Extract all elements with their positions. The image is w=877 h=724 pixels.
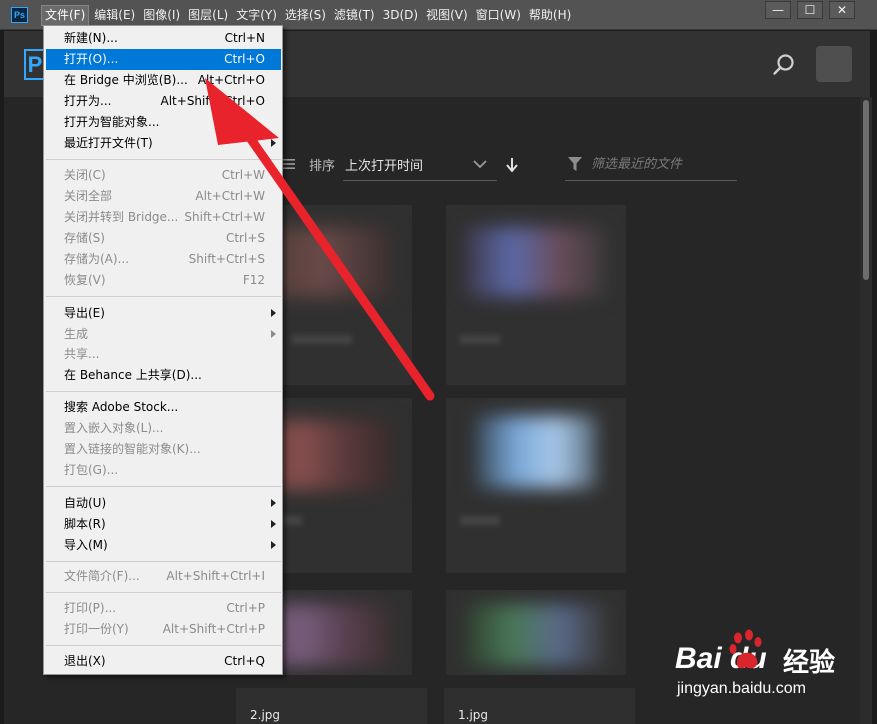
menu-item-save[interactable]: 存储(S) Ctrl+S xyxy=(46,228,281,249)
menu-item-share[interactable]: 共享... xyxy=(46,344,281,365)
menu-3d[interactable]: 3D(D) xyxy=(380,5,421,26)
menu-filter[interactable]: 滤镜(T) xyxy=(331,5,378,26)
menu-type[interactable]: 文字(Y) xyxy=(233,5,280,26)
scrollbar[interactable] xyxy=(860,97,872,724)
menu-separator xyxy=(46,391,281,392)
menu-item-import[interactable]: 导入(M) xyxy=(46,535,281,556)
maximize-button[interactable]: ☐ xyxy=(797,1,823,19)
menu-item-share-behance[interactable]: 在 Behance 上共享(D)... xyxy=(46,365,281,386)
menu-item-package[interactable]: 打包(G)... xyxy=(46,460,281,481)
menu-window[interactable]: 窗口(W) xyxy=(473,5,524,26)
menu-item-close[interactable]: 关闭(C) Ctrl+W xyxy=(46,165,281,186)
menu-item-browse-bridge[interactable]: 在 Bridge 中浏览(B)... Alt+Ctrl+O xyxy=(46,70,281,91)
thumbnail xyxy=(466,227,606,297)
menu-item-close-go-bridge[interactable]: 关闭并转到 Bridge... Shift+Ctrl+W xyxy=(46,207,281,228)
submenu-arrow-icon xyxy=(271,520,276,528)
menu-edit[interactable]: 编辑(E) xyxy=(91,5,138,26)
search-icon[interactable] xyxy=(772,53,796,77)
menu-item-open-smart-object[interactable]: 打开为智能对象... xyxy=(46,112,281,133)
menu-item-place-linked[interactable]: 置入链接的智能对象(K)... xyxy=(46,439,281,460)
menu-file[interactable]: 文件(F) xyxy=(41,5,90,26)
window-controls: — ☐ ✕ xyxy=(759,1,855,19)
thumbnail-bar xyxy=(460,335,500,344)
menu-item-print[interactable]: 打印(P)... Ctrl+P xyxy=(46,598,281,619)
menu-separator xyxy=(46,296,281,297)
list-view-icon[interactable] xyxy=(281,157,295,171)
submenu-arrow-icon xyxy=(271,330,276,338)
file-name: 2.jpg xyxy=(250,708,281,722)
menu-item-automate[interactable]: 自动(U) xyxy=(46,493,281,514)
recent-file-card[interactable] xyxy=(446,205,626,385)
sort-select[interactable]: 上次打开时间 xyxy=(343,150,497,181)
menu-item-exit[interactable]: 退出(X) Ctrl+Q xyxy=(46,651,281,672)
menu-item-scripts[interactable]: 脚本(R) xyxy=(46,514,281,535)
thumbnail xyxy=(476,416,596,488)
menu-separator xyxy=(46,486,281,487)
thumbnail xyxy=(466,604,606,666)
filter-funnel-icon xyxy=(568,157,582,171)
menu-separator xyxy=(46,159,281,160)
scroll-thumb[interactable] xyxy=(863,100,869,280)
photoshop-logo-icon: Ps xyxy=(11,7,28,23)
menu-item-recent-files[interactable]: 最近打开文件(T) xyxy=(46,133,281,154)
menu-item-close-all[interactable]: 关闭全部 Alt+Ctrl+W xyxy=(46,186,281,207)
menu-item-new[interactable]: 新建(N)... Ctrl+N xyxy=(46,28,281,49)
submenu-arrow-icon xyxy=(271,541,276,549)
thumbnail-bar xyxy=(460,516,500,525)
menu-item-generate[interactable]: 生成 xyxy=(46,324,281,345)
menu-item-open-as[interactable]: 打开为... Alt+Shift+Ctrl+O xyxy=(46,91,281,112)
menu-select[interactable]: 选择(S) xyxy=(282,5,329,26)
submenu-arrow-icon xyxy=(271,309,276,317)
sort-direction-arrow-icon[interactable] xyxy=(505,157,519,173)
menu-bar: 文件(F) 编辑(E) 图像(I) 图层(L) 文字(Y) 选择(S) 滤镜(T… xyxy=(41,5,576,26)
filter-field[interactable] xyxy=(565,150,737,181)
chevron-down-icon xyxy=(473,160,487,169)
file-menu-dropdown: 新建(N)... Ctrl+N 打开(O)... Ctrl+O 在 Bridge 中… xyxy=(43,25,283,675)
recent-file-card[interactable] xyxy=(446,590,626,675)
menu-item-search-stock[interactable]: 搜索 Adobe Stock... xyxy=(46,397,281,418)
menu-layer[interactable]: 图层(L) xyxy=(185,5,231,26)
menu-separator xyxy=(46,645,281,646)
sort-value: 上次打开时间 xyxy=(345,159,424,174)
recent-file-card[interactable] xyxy=(446,398,626,573)
menu-item-revert[interactable]: 恢复(V) F12 xyxy=(46,270,281,291)
sort-label: 排序 xyxy=(309,159,336,174)
menu-view[interactable]: 视图(V) xyxy=(423,5,471,26)
submenu-arrow-icon xyxy=(271,139,276,147)
close-button[interactable]: ✕ xyxy=(829,1,855,19)
minimize-button[interactable]: — xyxy=(765,1,791,19)
menu-separator xyxy=(46,561,281,562)
filter-input[interactable] xyxy=(591,154,731,174)
menu-help[interactable]: 帮助(H) xyxy=(526,5,574,26)
file-caption: 2.jpg xyxy=(236,688,427,724)
file-name: 1.jpg xyxy=(458,708,489,722)
menu-item-print-one[interactable]: 打印一份(Y) Alt+Shift+Ctrl+P xyxy=(46,619,281,640)
menu-image[interactable]: 图像(I) xyxy=(140,5,183,26)
menu-separator xyxy=(46,592,281,593)
menu-item-export[interactable]: 导出(E) xyxy=(46,303,281,324)
thumbnail-bar xyxy=(292,335,352,344)
menu-item-save-as[interactable]: 存储为(A)... Shift+Ctrl+S xyxy=(46,249,281,270)
file-caption: 1.jpg xyxy=(444,688,635,724)
menu-item-place-embedded[interactable]: 置入嵌入对象(L)... xyxy=(46,418,281,439)
menu-item-open[interactable]: 打开(O)... Ctrl+O xyxy=(46,49,281,70)
submenu-arrow-icon xyxy=(271,499,276,507)
avatar[interactable] xyxy=(816,46,852,82)
menu-item-file-info[interactable]: 文件简介(F)... Alt+Shift+Ctrl+I xyxy=(46,566,281,587)
